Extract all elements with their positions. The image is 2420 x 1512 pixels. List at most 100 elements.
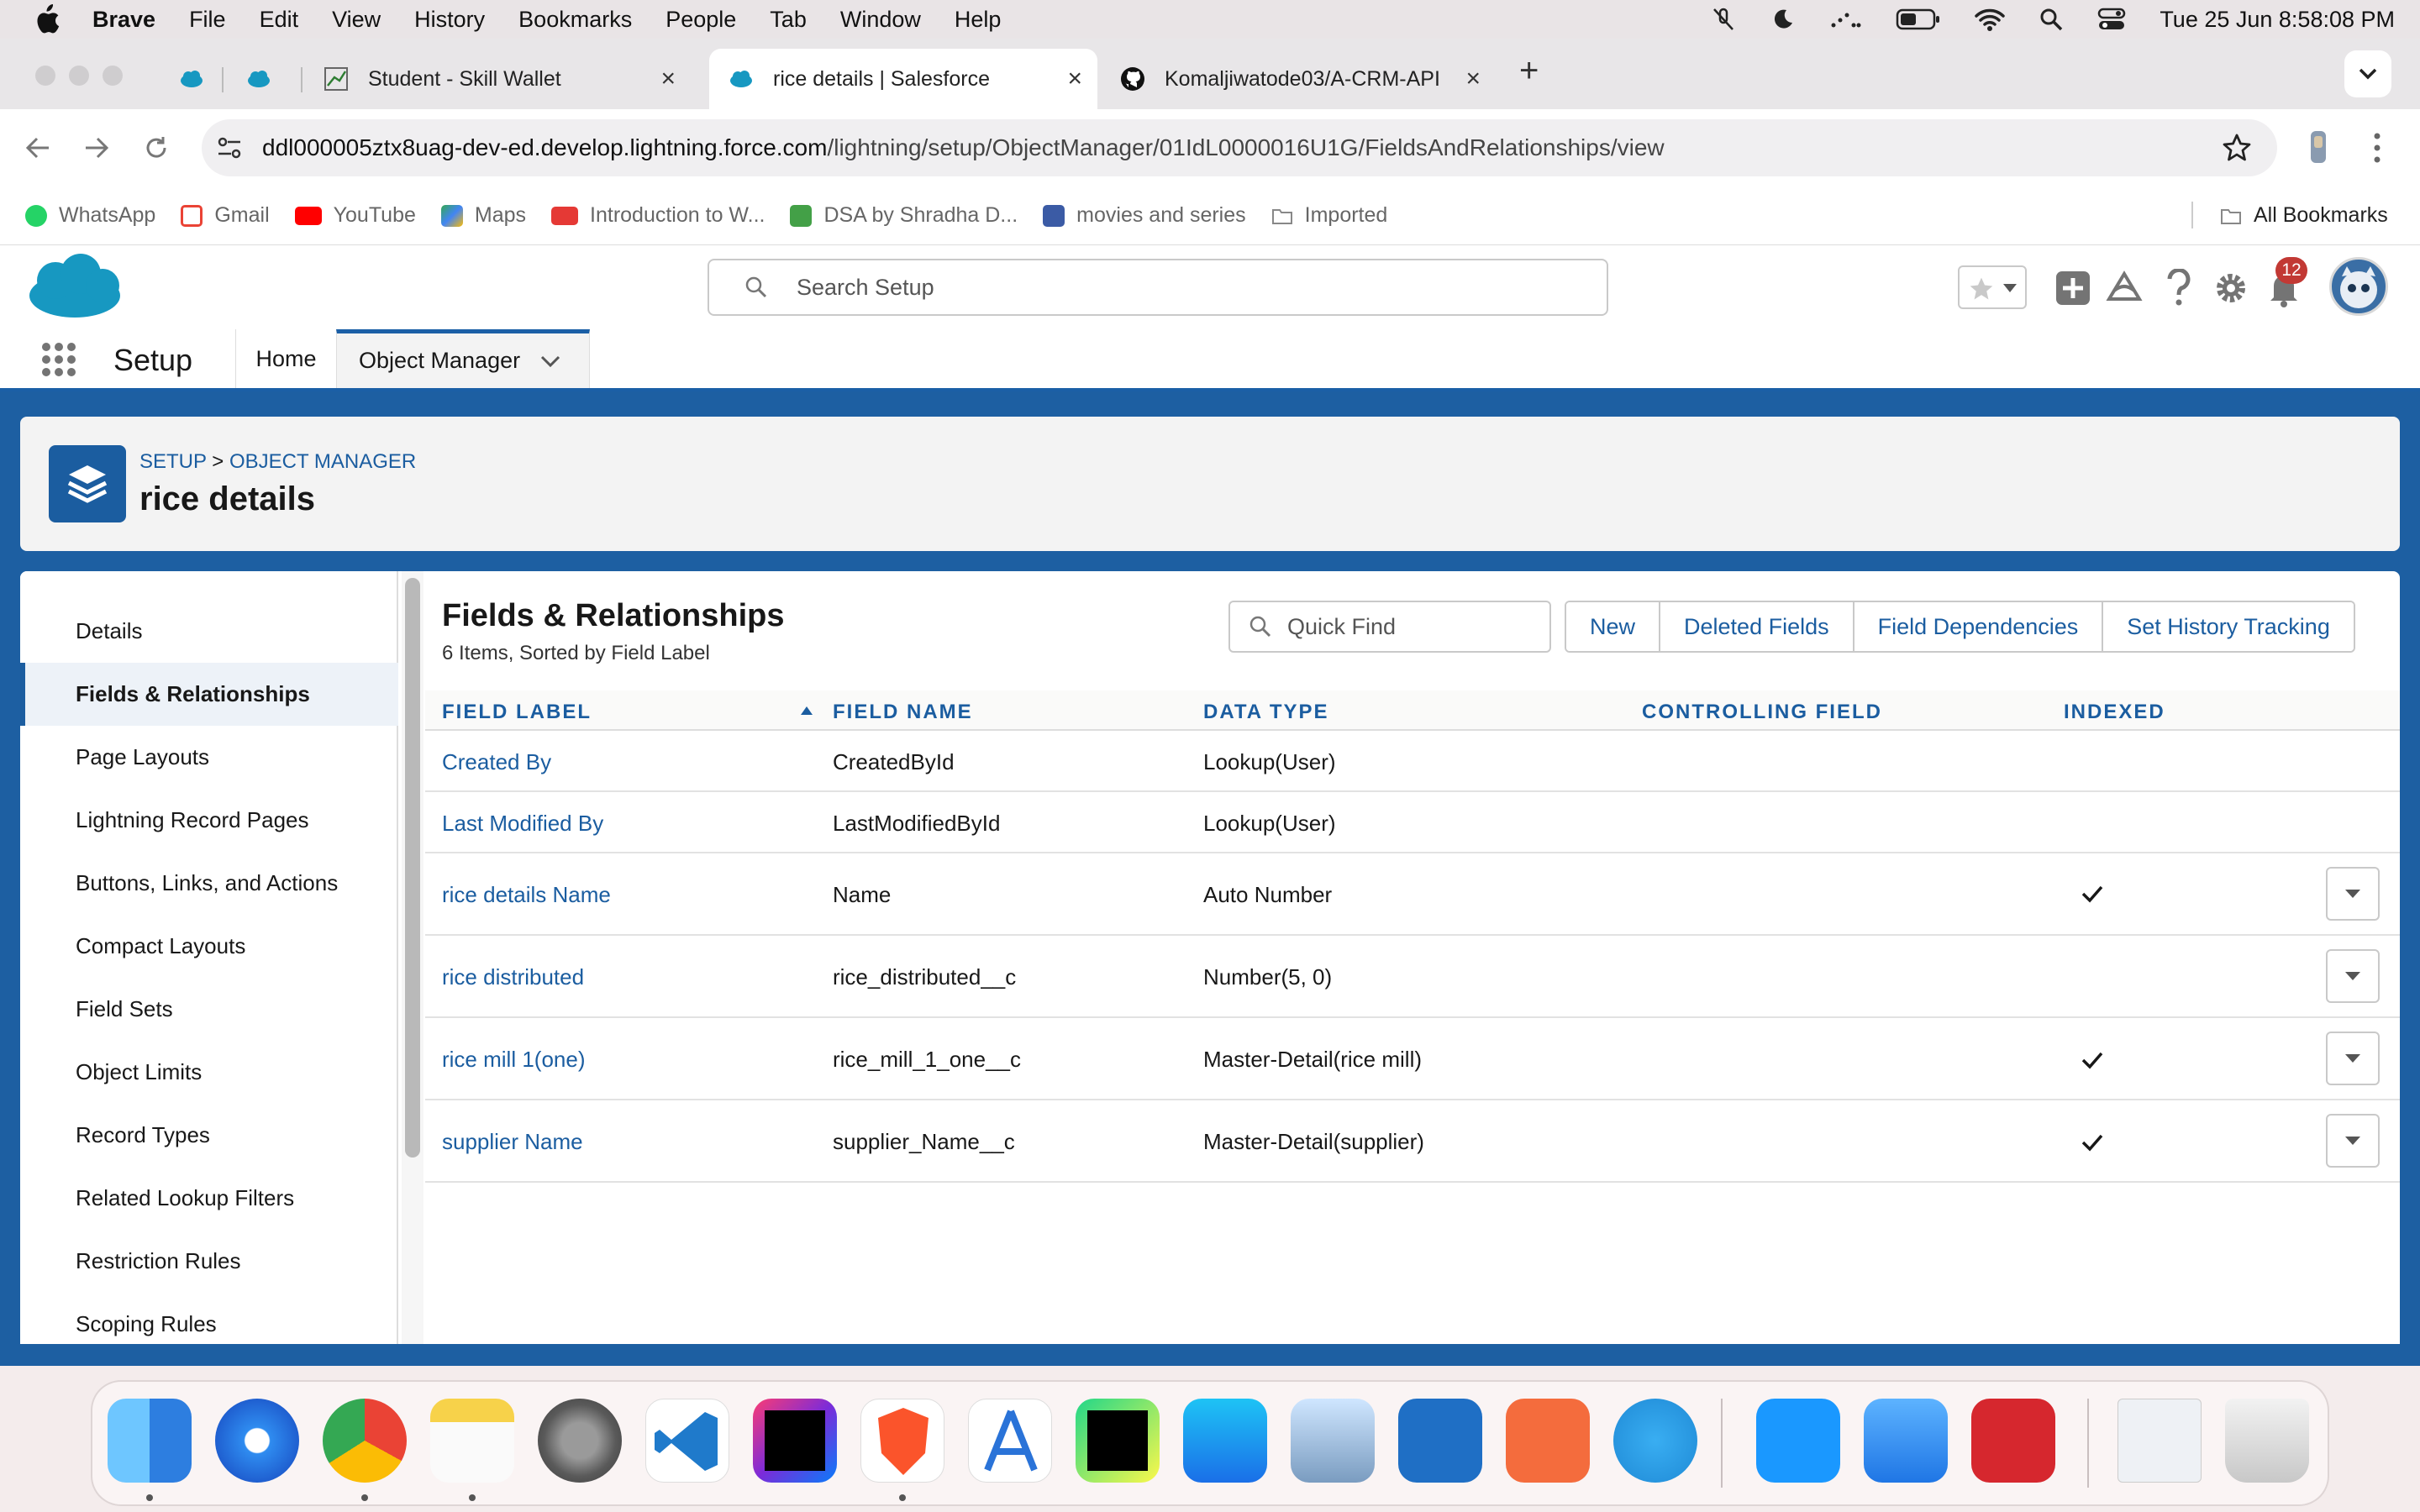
pinned-tab-salesforce-1[interactable] — [160, 49, 224, 109]
menu-view[interactable]: View — [332, 7, 381, 33]
sidebar-item-page-layouts[interactable]: Page Layouts — [20, 726, 398, 789]
field-label-link[interactable]: rice distributed — [442, 964, 584, 990]
url-text[interactable]: ddl000005ztx8uag-dev-ed.develop.lightnin… — [262, 134, 1665, 161]
menu-file[interactable]: File — [189, 7, 226, 33]
dock-finder-icon[interactable] — [108, 1399, 192, 1483]
field-label-link[interactable]: rice details Name — [442, 882, 611, 908]
global-actions-add-icon[interactable] — [2055, 270, 2091, 306]
search-setup-input[interactable]: Search Setup — [708, 259, 1608, 316]
column-header-indexed[interactable]: INDEXED — [2064, 701, 2165, 724]
trailhead-icon[interactable] — [2106, 270, 2143, 306]
tab-close-icon[interactable]: × — [1067, 65, 1082, 93]
window-zoom-button[interactable] — [103, 66, 123, 86]
sidebar-item-buttons-links-actions[interactable]: Buttons, Links, and Actions — [20, 852, 398, 915]
sidebar-item-record-types[interactable]: Record Types — [20, 1104, 398, 1167]
sidebar-scrollbar-thumb[interactable] — [405, 578, 420, 1158]
battery-icon[interactable] — [1896, 8, 1941, 31]
help-icon[interactable] — [2165, 269, 2193, 307]
menu-window[interactable]: Window — [840, 7, 921, 33]
menu-help[interactable]: Help — [955, 7, 1002, 33]
sidebar-item-scoping-rules[interactable]: Scoping Rules — [20, 1293, 398, 1344]
dock-photo-booth-icon[interactable] — [1971, 1399, 2055, 1483]
moon-icon[interactable] — [1770, 7, 1795, 32]
pinned-tab-salesforce-2[interactable] — [227, 49, 302, 109]
tab-rice-details-salesforce[interactable]: rice details | Salesforce × — [709, 49, 1097, 109]
user-avatar[interactable] — [2329, 257, 2388, 316]
field-label-link[interactable]: supplier Name — [442, 1129, 583, 1155]
clock[interactable]: Tue 25 Jun 8:58:08 PM — [2160, 7, 2395, 33]
window-minimize-button[interactable] — [69, 66, 89, 86]
column-header-field-label[interactable]: FIELD LABEL — [442, 701, 592, 724]
dock-trash-icon[interactable] — [2225, 1399, 2309, 1483]
bookmark-gmail[interactable]: Gmail — [181, 203, 270, 228]
tab-close-icon[interactable]: × — [1465, 65, 1481, 93]
row-actions-button[interactable] — [2326, 1032, 2380, 1085]
sidebar-item-restriction-rules[interactable]: Restriction Rules — [20, 1230, 398, 1293]
address-bar[interactable]: ddl000005ztx8uag-dev-ed.develop.lightnin… — [202, 119, 2277, 176]
chevron-down-icon[interactable] — [540, 355, 560, 367]
field-label-link[interactable]: rice mill 1(one) — [442, 1047, 586, 1073]
dock-chrome-icon[interactable] — [323, 1399, 407, 1483]
sidebar-item-field-sets[interactable]: Field Sets — [20, 978, 398, 1041]
sidebar-item-lightning-record-pages[interactable]: Lightning Record Pages — [20, 789, 398, 852]
dock-postman-icon[interactable] — [1506, 1399, 1590, 1483]
favorites-button[interactable] — [1958, 265, 2027, 309]
dock-prime-video-icon[interactable] — [1756, 1399, 1840, 1483]
app-menu-brave[interactable]: Brave — [92, 7, 155, 33]
control-center-icon[interactable] — [2097, 7, 2126, 32]
sidebar-item-related-lookup-filters[interactable]: Related Lookup Filters — [20, 1167, 398, 1230]
bookmark-dsa[interactable]: DSA by Shradha D... — [790, 203, 1018, 228]
column-header-data-type[interactable]: DATA TYPE — [1203, 701, 1329, 724]
field-label-link[interactable]: Last Modified By — [442, 811, 603, 837]
bookmark-star-icon[interactable] — [2222, 133, 2252, 163]
dock-intellij-icon[interactable] — [753, 1399, 837, 1483]
nav-object-manager[interactable]: Object Manager — [336, 329, 590, 388]
back-arrow-icon[interactable] — [24, 134, 52, 161]
all-bookmarks[interactable]: All Bookmarks — [2220, 203, 2388, 228]
breadcrumb-setup[interactable]: SETUP — [139, 450, 207, 473]
dock-mail-icon[interactable] — [1864, 1399, 1948, 1483]
bookmark-movies[interactable]: movies and series — [1043, 203, 1246, 228]
bookmark-youtube[interactable]: YouTube — [294, 203, 416, 228]
apple-icon[interactable] — [32, 3, 60, 36]
tab-close-icon[interactable]: × — [660, 65, 676, 93]
forward-arrow-icon[interactable] — [82, 134, 111, 161]
sort-ascending-icon[interactable] — [800, 706, 813, 716]
new-button[interactable]: New — [1566, 602, 1660, 651]
window-close-button[interactable] — [35, 66, 55, 86]
dock-android-studio-icon[interactable] — [968, 1399, 1052, 1483]
menu-bookmarks[interactable]: Bookmarks — [518, 7, 632, 33]
menu-history[interactable]: History — [414, 7, 485, 33]
mic-off-icon[interactable] — [1711, 7, 1736, 32]
menu-edit[interactable]: Edit — [260, 7, 299, 33]
salesforce-logo[interactable] — [25, 252, 124, 321]
dock-system-settings-icon[interactable] — [538, 1399, 622, 1483]
bookmark-maps[interactable]: Maps — [440, 203, 526, 228]
bookmark-imported[interactable]: Imported — [1271, 203, 1387, 228]
sidebar-item-compact-layouts[interactable]: Compact Layouts — [20, 915, 398, 978]
tab-github-repo[interactable]: Komaljiwatode03/A-CRM-API × — [1101, 49, 1496, 109]
bookmark-whatsapp[interactable]: WhatsApp — [25, 203, 155, 228]
nav-home[interactable]: Home — [235, 329, 336, 388]
menu-people[interactable]: People — [666, 7, 736, 33]
setup-gear-icon[interactable] — [2213, 270, 2249, 306]
field-label-link[interactable]: Created By — [442, 749, 551, 775]
dock-preview-icon[interactable] — [1291, 1399, 1375, 1483]
menu-tab[interactable]: Tab — [770, 7, 807, 33]
dock-vscode-icon[interactable] — [645, 1399, 729, 1483]
column-header-field-name[interactable]: FIELD NAME — [833, 701, 973, 724]
field-dependencies-button[interactable]: Field Dependencies — [1852, 602, 2102, 651]
new-tab-button[interactable]: + — [1519, 52, 1539, 90]
app-launcher-icon[interactable] — [40, 341, 77, 378]
row-actions-button[interactable] — [2326, 867, 2380, 921]
dock-app-store-icon[interactable] — [1183, 1399, 1267, 1483]
site-settings-icon[interactable] — [217, 136, 242, 160]
dock-brave-icon[interactable] — [860, 1399, 944, 1483]
dock-trello-icon[interactable] — [1398, 1399, 1482, 1483]
breadcrumb-object-manager[interactable]: OBJECT MANAGER — [229, 450, 416, 473]
reload-icon[interactable] — [143, 134, 170, 161]
dock-pycharm-icon[interactable] — [1076, 1399, 1160, 1483]
tab-search-button[interactable] — [2344, 50, 2391, 97]
dock-downloads-stack-icon[interactable] — [2118, 1399, 2202, 1483]
dock-notes-icon[interactable] — [430, 1399, 514, 1483]
